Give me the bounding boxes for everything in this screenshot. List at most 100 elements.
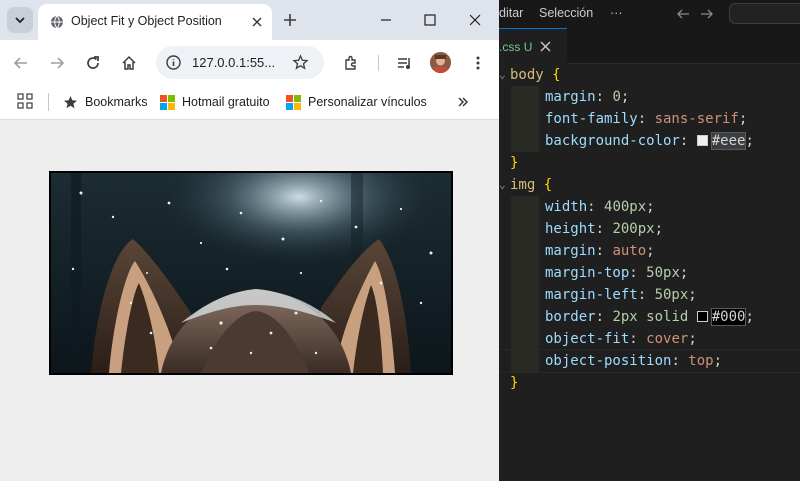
maximize-icon[interactable]	[422, 12, 438, 28]
window-close-icon[interactable]	[467, 12, 483, 28]
globe-icon	[51, 15, 63, 29]
new-tab-icon[interactable]	[282, 12, 298, 28]
info-icon[interactable]	[165, 54, 182, 71]
code-line: margin-left: 50px;	[499, 284, 800, 306]
editor-tab-bar: .css U	[499, 28, 800, 64]
css-selector-img: img	[510, 177, 536, 193]
command-center[interactable]	[729, 3, 800, 24]
code-line: margin-top: 50px;	[499, 262, 800, 284]
css-value: 400px	[604, 199, 647, 215]
bookmark-label: Hotmail gratuito	[182, 95, 270, 109]
menu-item-more[interactable]: ···	[610, 6, 623, 20]
code-line: background-color: #eee;	[499, 130, 800, 152]
code-line: }	[510, 155, 519, 171]
code-line: }	[510, 375, 519, 391]
code-line: font-family: sans-serif;	[499, 108, 800, 130]
close-icon[interactable]	[250, 15, 264, 29]
wolf-image	[49, 171, 453, 375]
code-line: width: 400px;	[499, 196, 800, 218]
code-line: ⌄ img {	[499, 174, 800, 196]
bookmark-label: Bookmarks	[85, 95, 148, 109]
color-swatch[interactable]	[696, 135, 708, 146]
css-value: #eee	[710, 132, 747, 150]
chevron-double-right-icon[interactable]	[456, 94, 470, 110]
profile-avatar[interactable]	[430, 52, 451, 73]
apps-grid-icon[interactable]	[17, 93, 33, 109]
menu-item-editar[interactable]: ditar	[499, 6, 523, 20]
close-icon[interactable]	[540, 41, 551, 52]
bookmarks-bar: Bookmarks Hotmail gratuito Personalizar …	[0, 86, 499, 120]
microsoft-logo-icon	[160, 94, 175, 110]
editor-tab-label: .css U	[499, 40, 533, 54]
home-icon[interactable]	[120, 54, 138, 72]
forward-icon[interactable]	[48, 54, 66, 72]
css-value: 50px	[654, 287, 689, 303]
back-icon[interactable]	[12, 54, 30, 72]
color-swatch[interactable]	[696, 311, 708, 322]
css-property: height	[545, 221, 596, 237]
browser-toolbar: 127.0.0.1:55...	[0, 40, 499, 86]
tab-title: Object Fit y Object Position	[71, 14, 222, 28]
code-line: ⌄ body {	[499, 64, 800, 86]
css-value: #000	[710, 308, 747, 326]
code-line: border: 2px solid #000;	[499, 306, 800, 328]
editor-menu-bar: ditar Selección ···	[499, 0, 800, 28]
wolf-ears-picture	[51, 173, 451, 373]
reload-icon[interactable]	[84, 54, 102, 72]
minimize-icon[interactable]	[378, 12, 394, 28]
toolbar-divider	[378, 55, 379, 71]
bookmark-star-icon[interactable]	[292, 54, 309, 71]
page-viewport	[0, 121, 499, 481]
css-property: background-color	[545, 133, 680, 149]
bookmark-item-personalizar[interactable]: Personalizar vínculos	[286, 92, 427, 112]
bookmark-item-bookmarks[interactable]: Bookmarks	[63, 92, 148, 112]
css-property: margin-left	[545, 287, 638, 303]
css-value: 50px	[646, 265, 680, 281]
css-property: font-family	[545, 111, 638, 127]
tab-strip: Object Fit y Object Position	[0, 0, 499, 40]
code-line: margin: auto;	[499, 240, 800, 262]
code-line-current: object-position: top;	[499, 349, 800, 373]
star-icon	[64, 95, 77, 108]
address-bar[interactable]: 127.0.0.1:55...	[156, 46, 324, 79]
css-property: border	[545, 309, 596, 325]
css-value: top	[688, 353, 714, 369]
code-line: height: 200px;	[499, 218, 800, 240]
more-vert-icon[interactable]	[469, 54, 487, 72]
code-area[interactable]: ⌄ body { margin: 0; font-family: sans-se…	[499, 64, 800, 394]
bookmarks-divider	[48, 93, 49, 111]
tab-search-button[interactable]	[7, 7, 33, 33]
nav-forward-icon[interactable]	[699, 6, 715, 22]
css-value: 200px	[612, 221, 655, 237]
css-property: margin	[545, 243, 596, 259]
browser-tab[interactable]: Object Fit y Object Position	[38, 4, 272, 40]
extensions-icon[interactable]	[342, 54, 360, 72]
css-property: width	[545, 199, 588, 215]
css-property: object-position	[545, 353, 672, 369]
fold-chevron-icon[interactable]: ⌄	[499, 174, 506, 196]
bookmark-item-hotmail[interactable]: Hotmail gratuito	[160, 92, 270, 112]
code-editor: ditar Selección ··· .css U ⌄ body { marg…	[499, 0, 800, 481]
code-line: margin: 0;	[499, 86, 800, 108]
editor-tab-css[interactable]: .css U	[499, 28, 567, 64]
css-value: auto	[612, 243, 647, 259]
microsoft-logo-icon	[286, 94, 301, 110]
media-control-icon[interactable]	[396, 54, 414, 72]
css-value: 0	[612, 89, 621, 105]
css-property: margin	[545, 89, 596, 105]
avatar-image	[430, 52, 451, 73]
css-property: margin-top	[545, 265, 630, 281]
nav-back-icon[interactable]	[675, 6, 691, 22]
css-value: cover	[646, 331, 689, 347]
code-line: object-fit: cover;	[499, 328, 800, 350]
chevron-down-icon	[15, 17, 25, 24]
fold-chevron-icon[interactable]: ⌄	[499, 64, 506, 86]
css-selector-body: body	[510, 67, 544, 83]
url-text[interactable]: 127.0.0.1:55...	[192, 55, 275, 70]
browser-window: Object Fit y Object Position 127.0.0.1:5…	[0, 0, 499, 481]
css-property: object-fit	[545, 331, 630, 347]
menu-item-seleccion[interactable]: Selección	[539, 6, 593, 20]
css-value: sans-serif	[654, 111, 739, 127]
bookmark-label: Personalizar vínculos	[308, 95, 427, 109]
css-value: 2px solid	[612, 309, 689, 325]
